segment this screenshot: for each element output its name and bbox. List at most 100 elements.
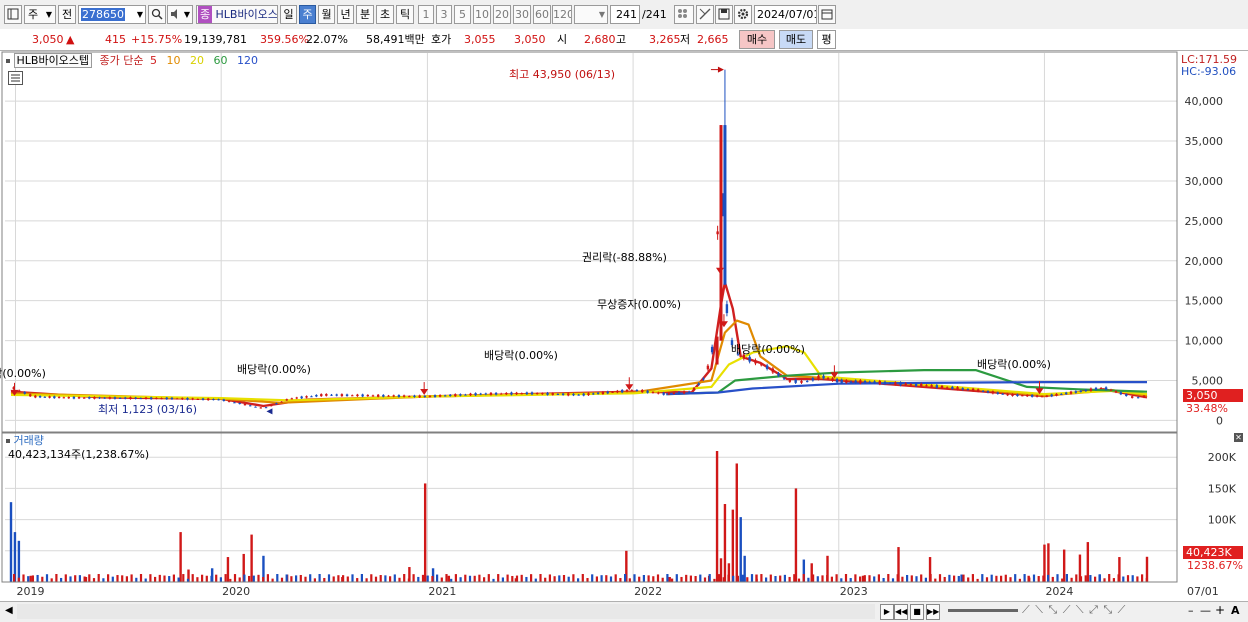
gear-icon[interactable] bbox=[734, 5, 752, 24]
interval-10[interactable]: 10 bbox=[473, 5, 491, 24]
candle-body bbox=[601, 391, 605, 394]
candle-body bbox=[930, 385, 933, 387]
tab-week[interactable]: 주 bbox=[299, 5, 316, 24]
save-icon[interactable] bbox=[715, 5, 733, 24]
candle-body bbox=[849, 381, 853, 383]
fast-forward-icon[interactable]: ▶▶ bbox=[926, 604, 940, 620]
buy-button[interactable]: 매수 bbox=[739, 30, 775, 49]
horizontal-scrollbar[interactable] bbox=[17, 604, 875, 619]
candle-body bbox=[582, 393, 585, 396]
grid-toggle-icon[interactable] bbox=[674, 5, 694, 24]
tab-tick-label: 틱 bbox=[399, 8, 411, 21]
candle-body bbox=[454, 394, 457, 397]
candle-body bbox=[868, 381, 871, 383]
tab-second-label: 초 bbox=[379, 8, 391, 21]
volume-bar-small bbox=[628, 578, 631, 582]
zoom-out-icon[interactable]: – bbox=[1188, 604, 1194, 617]
volume-bar-small bbox=[130, 574, 133, 582]
interval-20[interactable]: 20 bbox=[493, 5, 511, 24]
quote-bar: 3,050 ▲ 415 +15.75% 19,139,781 359.56% 2… bbox=[0, 29, 1248, 51]
volume-bar-small bbox=[779, 575, 782, 582]
sound-menu[interactable]: ▼ bbox=[167, 5, 193, 24]
tab-year[interactable]: 년 bbox=[337, 5, 354, 24]
date-input[interactable]: 2024/07/01 bbox=[754, 5, 817, 24]
volume-bar-small bbox=[154, 576, 157, 582]
minimize-icon[interactable]: — bbox=[1200, 604, 1211, 617]
period-combo[interactable]: 주 ▼ bbox=[24, 5, 56, 24]
volume-bar-small bbox=[924, 577, 927, 582]
window-layout-icon[interactable] bbox=[4, 5, 22, 24]
volume-bar-small bbox=[915, 576, 918, 582]
candle-body bbox=[443, 395, 447, 397]
tab-minute[interactable]: 분 bbox=[356, 5, 374, 24]
volume-bar-small bbox=[633, 574, 636, 582]
volume-bar-small bbox=[826, 575, 829, 582]
zoom-in-icon[interactable]: + bbox=[1215, 603, 1225, 617]
candle-body bbox=[489, 392, 493, 395]
candle-body bbox=[144, 397, 148, 399]
interval-5[interactable]: 5 bbox=[454, 5, 471, 24]
interval-60[interactable]: 60 bbox=[533, 5, 551, 24]
eval-button[interactable]: 평 bbox=[817, 30, 836, 49]
interval-1[interactable]: 1 bbox=[418, 5, 434, 24]
zoom-slider[interactable] bbox=[948, 609, 1018, 612]
volume-bar-small bbox=[398, 577, 401, 582]
trade-volume: 19,139,781 bbox=[184, 33, 247, 46]
scroll-left-icon[interactable]: ◀ bbox=[5, 605, 13, 616]
interval-3[interactable]: 3 bbox=[436, 5, 452, 24]
candle-body bbox=[1040, 396, 1044, 398]
speaker-icon bbox=[171, 9, 177, 19]
font-size-icon[interactable]: A bbox=[1231, 604, 1240, 617]
legend-stock-name[interactable]: HLB바이오스텝 bbox=[13, 53, 93, 68]
candle-body bbox=[295, 397, 298, 399]
volume-bar-small bbox=[562, 574, 566, 582]
sell-button[interactable]: 매도 bbox=[779, 30, 813, 49]
candle-body bbox=[687, 391, 691, 393]
play-icon[interactable]: ▶ bbox=[880, 604, 894, 620]
crosshair-icon[interactable] bbox=[696, 5, 714, 24]
chart-area[interactable]: 0 5,000 10,000 15,000 20,000 25,000 30,000 35,0… bbox=[0, 51, 1248, 601]
hc-value: HC:-93.06 bbox=[1181, 65, 1237, 78]
candle-body bbox=[67, 397, 70, 399]
stock-code-value: 278650 bbox=[81, 8, 125, 21]
chevron-down-icon: ▼ bbox=[183, 10, 190, 19]
tab-day[interactable]: 일 bbox=[280, 5, 297, 24]
interval-120[interactable]: 120 bbox=[552, 5, 572, 24]
rewind-icon[interactable]: ◀◀ bbox=[894, 604, 908, 620]
volume-bar-small bbox=[468, 575, 472, 582]
table-icon[interactable] bbox=[8, 71, 23, 85]
count-total: /241 bbox=[642, 8, 667, 21]
volume-bar-small bbox=[45, 574, 49, 582]
prev-button[interactable]: 전 bbox=[58, 5, 76, 24]
search-icon[interactable] bbox=[148, 5, 166, 24]
tab-tick[interactable]: 틱 bbox=[396, 5, 414, 24]
candle-body bbox=[587, 393, 590, 396]
x-tick-label: 2019 bbox=[17, 585, 45, 598]
volume-bar-small bbox=[981, 574, 984, 582]
close-icon[interactable]: ✕ bbox=[1234, 433, 1243, 442]
low-label: 저 bbox=[680, 33, 691, 46]
count-input[interactable]: 241 bbox=[610, 5, 640, 24]
stock-name-field[interactable]: 종 HLB바이오스 bbox=[196, 5, 278, 24]
stop-icon[interactable]: ■ bbox=[910, 604, 924, 620]
calendar-icon[interactable] bbox=[818, 5, 836, 24]
volume-bar-small bbox=[102, 578, 105, 582]
volume-bar-small bbox=[844, 574, 848, 582]
candle-body bbox=[641, 389, 644, 393]
open-label: 시 bbox=[557, 33, 568, 46]
tab-second[interactable]: 초 bbox=[376, 5, 394, 24]
volume-bar-small bbox=[191, 574, 194, 582]
tab-month[interactable]: 월 bbox=[318, 5, 335, 24]
volume-bar-small bbox=[384, 575, 387, 582]
drawing-tools[interactable]: ⟋ ⟍ ⤡ ⟋ ⟍ ⤢ ⤡ ⟋ bbox=[1022, 603, 1126, 617]
stock-chart[interactable]: 0 5,000 10,000 15,000 20,000 25,000 30,000 35,0… bbox=[0, 51, 1248, 601]
candle-body bbox=[657, 392, 660, 394]
volume-bar-small bbox=[464, 574, 467, 582]
interval-30[interactable]: 30 bbox=[513, 5, 531, 24]
volume-bar-small bbox=[652, 576, 655, 582]
interval-combo[interactable]: ▼ bbox=[574, 5, 608, 24]
volume-bar-small bbox=[567, 576, 570, 582]
stock-code-input[interactable]: 278650 ▼ bbox=[78, 5, 146, 24]
chevron-down-icon: ▼ bbox=[45, 10, 52, 19]
volume-bar-small bbox=[337, 575, 340, 582]
